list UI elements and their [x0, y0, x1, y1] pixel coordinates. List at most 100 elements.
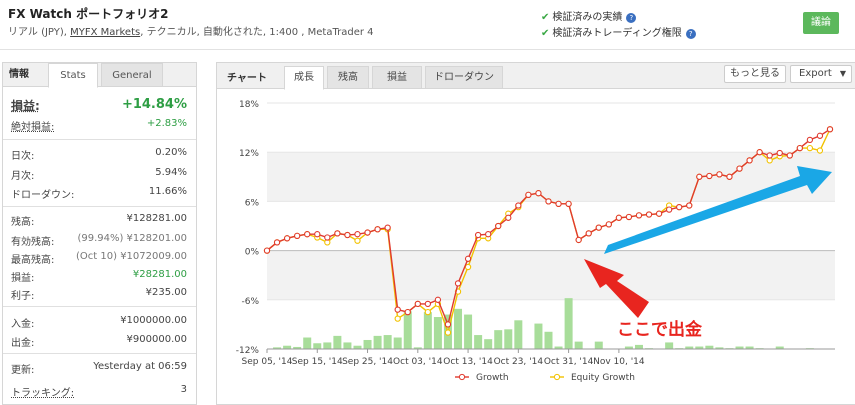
volume-bar — [343, 342, 352, 349]
y-tick-label: -12% — [236, 346, 260, 356]
data-point — [444, 329, 452, 336]
data-point — [565, 200, 572, 208]
data-point — [635, 212, 643, 219]
y-tick-label: 12% — [239, 149, 259, 159]
data-point — [585, 230, 592, 237]
volume-bar — [433, 317, 442, 349]
data-point — [766, 152, 773, 159]
volume-bar — [514, 320, 523, 349]
volume-bar — [383, 335, 392, 349]
data-point — [806, 144, 814, 152]
data-point — [726, 173, 733, 180]
withdrawal-annotation: ここで出金 — [617, 319, 703, 340]
data-point — [515, 202, 522, 209]
data-point — [665, 206, 673, 213]
grid-band — [267, 250, 835, 300]
data-point — [474, 231, 482, 239]
x-tick-label: Sep 05, '14 — [242, 357, 293, 367]
data-point — [394, 306, 401, 313]
data-point — [384, 224, 391, 231]
volume-bar — [303, 337, 312, 349]
volume-bar — [333, 335, 342, 349]
x-tick-label: Oct 23, '14 — [494, 357, 544, 367]
volume-bar — [634, 344, 643, 349]
data-point — [273, 239, 281, 246]
data-point — [344, 231, 351, 239]
volume-bar — [363, 339, 372, 349]
x-tick-label: Oct 03, '14 — [393, 357, 443, 367]
data-point — [816, 132, 824, 139]
legend-marker — [553, 373, 561, 381]
volume-bar — [564, 298, 573, 349]
data-point — [334, 230, 341, 237]
data-point — [826, 126, 834, 133]
legend-label: Equity Growth — [571, 373, 635, 383]
volume-bar — [323, 342, 332, 349]
data-point — [374, 226, 381, 233]
legend-marker — [458, 373, 466, 381]
volume-bar — [534, 323, 543, 349]
volume-bar — [474, 335, 483, 349]
x-tick-label: Oct 31, '14 — [544, 357, 594, 367]
data-point — [776, 149, 783, 157]
data-point — [464, 263, 472, 271]
data-point — [464, 255, 472, 262]
data-point — [283, 235, 291, 242]
growth-chart: 18% 12% 6% 0% -6% -12%Sep 05, '14 Sep 15, '14 S… — [236, 100, 835, 383]
volume-bar — [544, 331, 553, 349]
data-point — [314, 231, 321, 238]
data-point — [706, 172, 713, 180]
data-point — [485, 231, 492, 238]
data-point — [324, 234, 331, 241]
data-point — [796, 144, 803, 152]
data-point — [294, 232, 301, 239]
volume-bar — [454, 308, 463, 349]
data-point — [806, 136, 814, 144]
data-point — [756, 149, 763, 156]
data-point — [454, 280, 462, 287]
y-tick-label: -6% — [241, 297, 259, 307]
data-point — [505, 214, 512, 221]
data-point — [625, 213, 633, 221]
legend-label: Growth — [476, 373, 509, 383]
x-tick-label: Sep 25, '14 — [342, 357, 393, 367]
data-point — [434, 296, 442, 303]
data-point — [816, 147, 824, 154]
x-tick-label: Oct 13, '14 — [443, 357, 493, 367]
data-point — [304, 231, 311, 238]
data-point — [424, 300, 432, 308]
volume-bar — [665, 342, 674, 349]
data-point — [716, 171, 723, 178]
data-point — [354, 237, 361, 244]
data-point — [414, 300, 421, 308]
volume-bar — [484, 339, 493, 349]
data-point — [364, 229, 371, 236]
volume-bar — [504, 329, 513, 349]
x-tick-label: Nov 10, '14 — [593, 357, 645, 367]
data-point — [686, 202, 693, 209]
data-point — [263, 247, 271, 254]
volume-bar — [393, 337, 402, 349]
data-point — [394, 315, 401, 322]
data-point — [655, 210, 663, 217]
data-point — [595, 224, 602, 231]
data-point — [444, 321, 452, 328]
y-tick-label: 0% — [245, 248, 260, 258]
volume-bar — [574, 341, 583, 349]
data-point — [615, 214, 623, 221]
data-point — [736, 165, 743, 172]
data-point — [525, 191, 532, 198]
y-tick-label: 18% — [239, 100, 259, 110]
data-point — [424, 308, 432, 316]
data-point — [605, 221, 612, 228]
volume-bar — [464, 314, 473, 349]
data-point — [645, 211, 653, 218]
data-point — [495, 222, 502, 230]
data-point — [676, 203, 683, 211]
volume-bar — [494, 330, 503, 349]
data-point — [555, 200, 562, 208]
volume-bar — [423, 312, 432, 349]
data-point — [404, 308, 411, 316]
volume-bar — [373, 335, 382, 349]
data-point — [696, 173, 703, 180]
